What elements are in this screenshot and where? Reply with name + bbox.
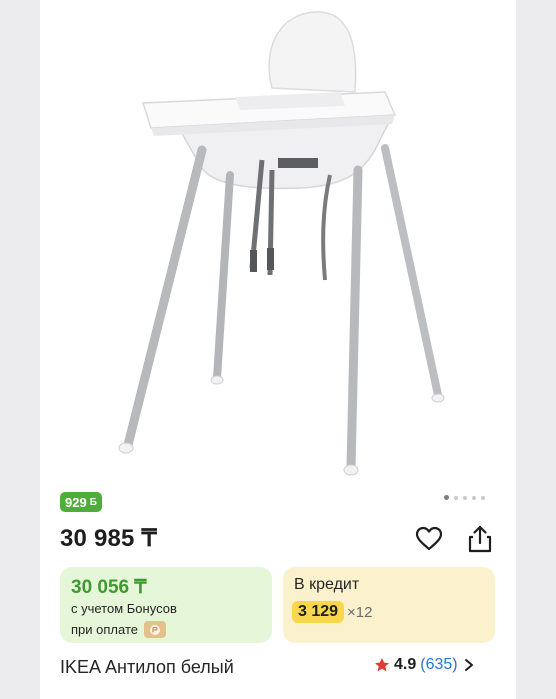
product-title[interactable]: IKEA Антилоп белый	[60, 657, 234, 678]
bonus-payment-label: при оплате	[71, 622, 138, 637]
product-price: 30 985 ₸	[60, 525, 157, 552]
bonus-coin-icon: Б	[89, 496, 97, 508]
credit-months: ×12	[347, 603, 373, 621]
bonus-price: 30 056 ₸	[71, 577, 147, 598]
bonus-note: с учетом Бонусов	[71, 601, 177, 616]
heart-icon[interactable]	[414, 524, 444, 554]
credit-monthly-amount: 3 129	[292, 601, 345, 623]
gallery-dots[interactable]	[444, 495, 485, 500]
gallery-dot[interactable]	[454, 495, 458, 500]
chevron-right-icon[interactable]	[462, 657, 476, 673]
bonus-amount: 929	[65, 494, 87, 510]
share-icon[interactable]	[465, 524, 495, 554]
bonus-price-box[interactable]: 30 056 ₸ с учетом Бонусов при оплате	[60, 567, 272, 643]
product-image[interactable]	[40, 0, 516, 485]
star-icon	[375, 658, 389, 672]
gallery-dot[interactable]	[463, 495, 467, 500]
review-count[interactable]: (635)	[420, 656, 457, 674]
rating-value: 4.9	[394, 656, 417, 673]
bonus-badge: 929 Б	[60, 492, 102, 512]
gallery-dot[interactable]	[481, 495, 485, 500]
credit-offer: 3 129 ×12	[292, 601, 373, 623]
product-card: 929 Б 30 985 ₸ 30 056 ₸ с учетом Бонусов…	[40, 0, 516, 699]
credit-title: В кредит	[294, 576, 360, 593]
gallery-dot[interactable]	[444, 495, 449, 500]
payment-chip-icon	[143, 621, 166, 638]
product-rating[interactable]: 4.9 (635)	[374, 656, 476, 674]
gallery-dot[interactable]	[472, 495, 476, 500]
credit-box[interactable]: В кредит 3 129 ×12	[283, 567, 495, 643]
bonus-payment-note: при оплате	[71, 621, 166, 638]
